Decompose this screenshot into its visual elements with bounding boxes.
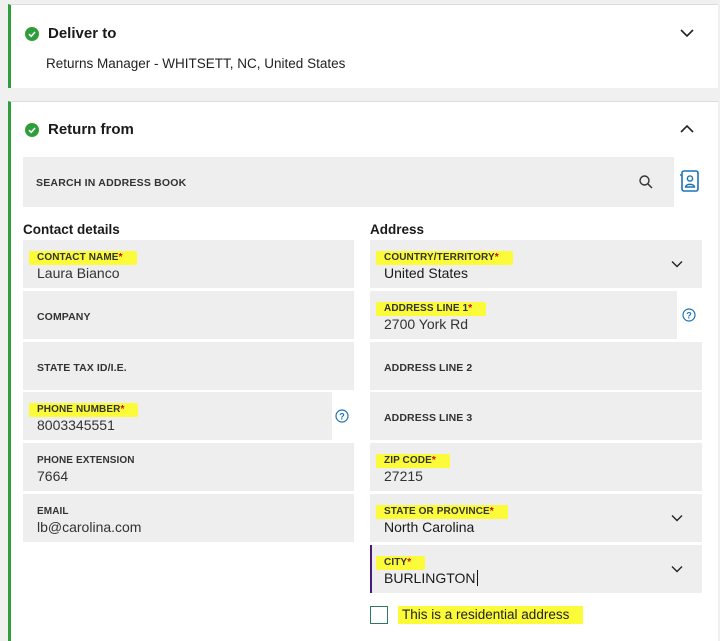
return-from-section: Return from SEARCH IN ADDRESS BOOK Conta… xyxy=(8,101,718,641)
return-from-title: Return from xyxy=(48,121,134,138)
help-icon[interactable]: ? xyxy=(335,409,349,423)
email-label: EMAIL xyxy=(37,506,69,517)
city-value: BURLINGTON xyxy=(384,570,478,586)
search-icon[interactable] xyxy=(638,174,654,190)
address-heading: Address xyxy=(370,222,425,237)
svg-text:?: ? xyxy=(686,310,692,320)
state-value: North Carolina xyxy=(384,519,475,535)
city-select[interactable]: CITY* BURLINGTON xyxy=(370,545,702,593)
phone-number-label: PHONE NUMBER xyxy=(37,404,121,415)
tax-id-field[interactable]: STATE TAX ID/I.E. xyxy=(23,342,354,390)
focus-indicator xyxy=(370,545,372,593)
chevron-up-icon[interactable] xyxy=(679,121,695,137)
svg-text:?: ? xyxy=(339,411,345,421)
required-mark: * xyxy=(468,303,473,314)
required-mark: * xyxy=(494,252,499,263)
state-select[interactable]: STATE OR PROVINCE* North Carolina xyxy=(370,494,702,542)
contact-name-label: CONTACT NAME xyxy=(37,252,119,263)
phone-extension-label: PHONE EXTENSION xyxy=(37,455,135,466)
country-value: United States xyxy=(384,265,469,281)
tax-id-label: STATE TAX ID/I.E. xyxy=(37,362,127,374)
state-label: STATE OR PROVINCE xyxy=(384,506,490,517)
address-line-1-field[interactable]: ADDRESS LINE 1* 2700 York Rd xyxy=(370,291,677,339)
country-select[interactable]: COUNTRY/TERRITORY* United States xyxy=(370,240,702,288)
chevron-down-icon xyxy=(670,511,684,525)
check-circle-icon xyxy=(25,122,39,137)
phone-extension-value: 7664 xyxy=(37,468,69,484)
email-field[interactable]: EMAIL lb@carolina.com xyxy=(23,494,354,542)
address-line-1-label: ADDRESS LINE 1 xyxy=(384,303,469,314)
country-label: COUNTRY/TERRITORY xyxy=(384,252,495,263)
address-line-3-field[interactable]: ADDRESS LINE 3 xyxy=(370,392,702,440)
check-circle-icon xyxy=(25,26,39,41)
chevron-down-icon xyxy=(670,257,684,271)
return-from-header: Return from xyxy=(25,121,134,138)
contact-name-field[interactable]: CONTACT NAME* Laura Bianco xyxy=(23,240,354,288)
email-value: lb@carolina.com xyxy=(37,519,142,535)
contact-details-heading: Contact details xyxy=(23,222,120,237)
residential-checkbox[interactable] xyxy=(370,606,388,624)
address-line-2-field[interactable]: ADDRESS LINE 2 xyxy=(370,342,702,390)
residential-label: This is a residential address xyxy=(398,606,584,624)
address-line-3-label: ADDRESS LINE 3 xyxy=(384,412,473,424)
zip-code-field[interactable]: ZIP CODE* 27215 xyxy=(370,443,702,491)
address-line-2-label: ADDRESS LINE 2 xyxy=(384,362,473,374)
chevron-down-icon xyxy=(670,562,684,576)
help-icon[interactable]: ? xyxy=(682,308,696,322)
deliver-to-summary: Returns Manager - WHITSETT, NC, United S… xyxy=(46,56,346,71)
required-mark: * xyxy=(489,506,494,517)
address-book-icon[interactable] xyxy=(680,168,700,194)
residential-address-option[interactable]: This is a residential address xyxy=(370,606,584,624)
address-book-search[interactable]: SEARCH IN ADDRESS BOOK xyxy=(23,157,674,207)
company-label: COMPANY xyxy=(37,311,91,323)
deliver-to-section[interactable]: Deliver to Returns Manager - WHITSETT, N… xyxy=(8,4,718,88)
required-mark: * xyxy=(118,252,123,263)
city-label: CITY xyxy=(384,557,408,568)
zip-code-label: ZIP CODE xyxy=(384,455,432,466)
phone-extension-field[interactable]: PHONE EXTENSION 7664 xyxy=(23,443,354,491)
zip-code-value: 27215 xyxy=(384,468,423,484)
phone-number-value: 8003345551 xyxy=(37,417,115,433)
required-mark: * xyxy=(407,557,412,568)
contact-name-value: Laura Bianco xyxy=(37,265,120,281)
required-mark: * xyxy=(120,404,125,415)
chevron-down-icon[interactable] xyxy=(679,25,695,41)
deliver-to-title: Deliver to xyxy=(48,25,117,42)
required-mark: * xyxy=(431,455,436,466)
phone-number-field[interactable]: PHONE NUMBER* 8003345551 xyxy=(23,392,332,440)
deliver-to-header: Deliver to xyxy=(25,25,116,42)
company-field[interactable]: COMPANY xyxy=(23,291,354,339)
search-placeholder: SEARCH IN ADDRESS BOOK xyxy=(36,177,187,189)
address-line-1-value: 2700 York Rd xyxy=(384,316,469,332)
